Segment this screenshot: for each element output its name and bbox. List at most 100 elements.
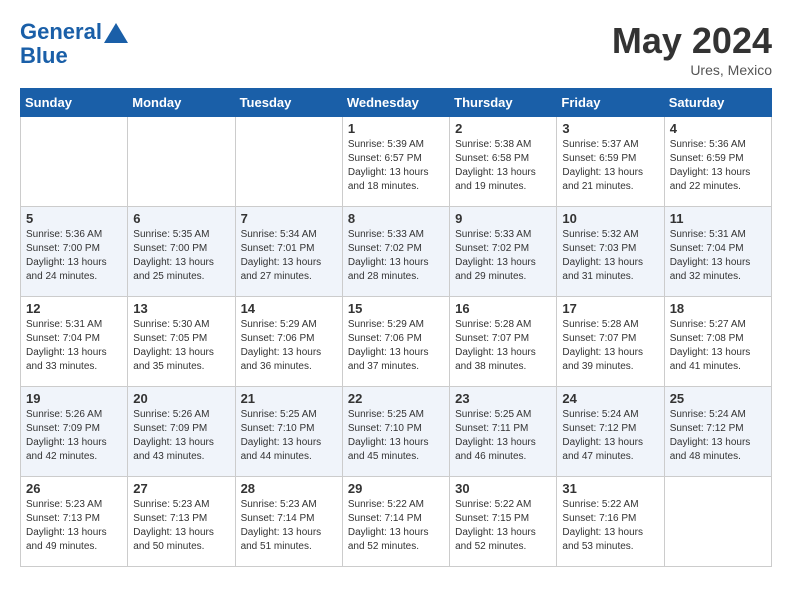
calendar-cell: 28Sunrise: 5:23 AM Sunset: 7:14 PM Dayli…	[235, 477, 342, 567]
calendar-cell: 22Sunrise: 5:25 AM Sunset: 7:10 PM Dayli…	[342, 387, 449, 477]
calendar-cell: 23 Sunrise: 5:25 AM Sunset: 7:11 PM Dayli…	[450, 387, 557, 477]
day-info: Sunrise: 5:34 AM Sunset: 7:01 PM Dayligh…	[241, 228, 337, 284]
day-info: Sunrise: 5:28 AM Sunset: 7:07 PM Dayligh…	[562, 318, 658, 374]
calendar-cell: 1Sunrise: 5:39 AM Sunset: 6:57 PM Daylig…	[342, 117, 449, 207]
calendar-cell: 6 Sunrise: 5:35 AM Sunset: 7:00 PM Daylig…	[128, 207, 235, 297]
day-number: 10	[562, 211, 658, 226]
calendar-cell	[21, 117, 128, 207]
day-number: 20	[133, 391, 229, 406]
calendar-cell: 17 Sunrise: 5:28 AM Sunset: 7:07 PM Dayli…	[557, 297, 664, 387]
day-number: 30	[455, 481, 551, 496]
day-number: 4	[670, 121, 766, 136]
calendar-cell: 10 Sunrise: 5:32 AM Sunset: 7:03 PM Dayli…	[557, 207, 664, 297]
day-number: 17	[562, 301, 658, 316]
calendar-header-row: SundayMondayTuesdayWednesdayThursdayFrid…	[21, 89, 772, 117]
day-info: Sunrise: 5:22 AM Sunset: 7:14 PM Dayligh…	[348, 498, 444, 554]
calendar-cell: 19Sunrise: 5:26 AM Sunset: 7:09 PM Dayli…	[21, 387, 128, 477]
calendar-cell: 8Sunrise: 5:33 AM Sunset: 7:02 PM Daylig…	[342, 207, 449, 297]
day-info: Sunrise: 5:23 AM Sunset: 7:13 PM Dayligh…	[26, 498, 122, 554]
calendar-cell: 9Sunrise: 5:33 AM Sunset: 7:02 PM Daylig…	[450, 207, 557, 297]
day-number: 31	[562, 481, 658, 496]
day-header-thursday: Thursday	[450, 89, 557, 117]
day-number: 24	[562, 391, 658, 406]
day-info: Sunrise: 5:22 AM Sunset: 7:15 PM Dayligh…	[455, 498, 551, 554]
calendar-cell: 14 Sunrise: 5:29 AM Sunset: 7:06 PM Dayli…	[235, 297, 342, 387]
calendar-cell	[235, 117, 342, 207]
day-number: 14	[241, 301, 337, 316]
day-number: 23	[455, 391, 551, 406]
day-info: Sunrise: 5:26 AM Sunset: 7:09 PM Dayligh…	[133, 408, 229, 464]
day-header-saturday: Saturday	[664, 89, 771, 117]
day-number: 2	[455, 121, 551, 136]
calendar-cell: 21 Sunrise: 5:25 AM Sunset: 7:10 PM Dayli…	[235, 387, 342, 477]
day-header-friday: Friday	[557, 89, 664, 117]
day-info: Sunrise: 5:25 AM Sunset: 7:10 PM Dayligh…	[348, 408, 444, 464]
day-info: Sunrise: 5:26 AM Sunset: 7:09 PM Dayligh…	[26, 408, 122, 464]
day-number: 7	[241, 211, 337, 226]
calendar-cell: 16 Sunrise: 5:28 AM Sunset: 7:07 PM Dayli…	[450, 297, 557, 387]
day-info: Sunrise: 5:31 AM Sunset: 7:04 PM Dayligh…	[670, 228, 766, 284]
day-header-sunday: Sunday	[21, 89, 128, 117]
calendar-cell: 11 Sunrise: 5:31 AM Sunset: 7:04 PM Dayli…	[664, 207, 771, 297]
day-info: Sunrise: 5:24 AM Sunset: 7:12 PM Dayligh…	[562, 408, 658, 464]
calendar-cell: 2 Sunrise: 5:38 AM Sunset: 6:58 PM Daylig…	[450, 117, 557, 207]
calendar-cell: 25 Sunrise: 5:24 AM Sunset: 7:12 PM Dayli…	[664, 387, 771, 477]
calendar-cell	[128, 117, 235, 207]
day-number: 29	[348, 481, 444, 496]
logo: General Blue	[20, 20, 128, 68]
day-info: Sunrise: 5:28 AM Sunset: 7:07 PM Dayligh…	[455, 318, 551, 374]
day-number: 18	[670, 301, 766, 316]
day-info: Sunrise: 5:32 AM Sunset: 7:03 PM Dayligh…	[562, 228, 658, 284]
day-info: Sunrise: 5:25 AM Sunset: 7:11 PM Dayligh…	[455, 408, 551, 464]
day-number: 1	[348, 121, 444, 136]
location-subtitle: Ures, Mexico	[612, 62, 772, 78]
calendar-cell: 27 Sunrise: 5:23 AM Sunset: 7:13 PM Dayli…	[128, 477, 235, 567]
calendar-cell: 26 Sunrise: 5:23 AM Sunset: 7:13 PM Dayli…	[21, 477, 128, 567]
day-info: Sunrise: 5:31 AM Sunset: 7:04 PM Dayligh…	[26, 318, 122, 374]
day-number: 25	[670, 391, 766, 406]
day-header-wednesday: Wednesday	[342, 89, 449, 117]
day-info: Sunrise: 5:33 AM Sunset: 7:02 PM Dayligh…	[455, 228, 551, 284]
logo-text: General Blue	[20, 20, 128, 68]
calendar-week-0: 1Sunrise: 5:39 AM Sunset: 6:57 PM Daylig…	[21, 117, 772, 207]
calendar-week-2: 12 Sunrise: 5:31 AM Sunset: 7:04 PM Dayli…	[21, 297, 772, 387]
day-number: 5	[26, 211, 122, 226]
day-number: 26	[26, 481, 122, 496]
title-block: May 2024 Ures, Mexico	[612, 20, 772, 78]
day-info: Sunrise: 5:24 AM Sunset: 7:12 PM Dayligh…	[670, 408, 766, 464]
calendar-cell: 7 Sunrise: 5:34 AM Sunset: 7:01 PM Daylig…	[235, 207, 342, 297]
calendar-cell: 24 Sunrise: 5:24 AM Sunset: 7:12 PM Dayli…	[557, 387, 664, 477]
calendar-cell: 13 Sunrise: 5:30 AM Sunset: 7:05 PM Dayli…	[128, 297, 235, 387]
calendar-cell: 3 Sunrise: 5:37 AM Sunset: 6:59 PM Daylig…	[557, 117, 664, 207]
day-number: 16	[455, 301, 551, 316]
calendar-cell	[664, 477, 771, 567]
day-number: 6	[133, 211, 229, 226]
calendar-cell: 5Sunrise: 5:36 AM Sunset: 7:00 PM Daylig…	[21, 207, 128, 297]
calendar-cell: 12 Sunrise: 5:31 AM Sunset: 7:04 PM Dayli…	[21, 297, 128, 387]
calendar-cell: 15Sunrise: 5:29 AM Sunset: 7:06 PM Dayli…	[342, 297, 449, 387]
day-info: Sunrise: 5:38 AM Sunset: 6:58 PM Dayligh…	[455, 138, 551, 194]
day-number: 3	[562, 121, 658, 136]
day-number: 28	[241, 481, 337, 496]
calendar-cell: 4 Sunrise: 5:36 AM Sunset: 6:59 PM Daylig…	[664, 117, 771, 207]
day-info: Sunrise: 5:37 AM Sunset: 6:59 PM Dayligh…	[562, 138, 658, 194]
day-info: Sunrise: 5:23 AM Sunset: 7:13 PM Dayligh…	[133, 498, 229, 554]
day-info: Sunrise: 5:25 AM Sunset: 7:10 PM Dayligh…	[241, 408, 337, 464]
day-info: Sunrise: 5:27 AM Sunset: 7:08 PM Dayligh…	[670, 318, 766, 374]
calendar-table: SundayMondayTuesdayWednesdayThursdayFrid…	[20, 88, 772, 567]
day-number: 11	[670, 211, 766, 226]
calendar-cell: 20 Sunrise: 5:26 AM Sunset: 7:09 PM Dayli…	[128, 387, 235, 477]
day-info: Sunrise: 5:36 AM Sunset: 6:59 PM Dayligh…	[670, 138, 766, 194]
calendar-cell: 30 Sunrise: 5:22 AM Sunset: 7:15 PM Dayli…	[450, 477, 557, 567]
day-number: 21	[241, 391, 337, 406]
day-info: Sunrise: 5:29 AM Sunset: 7:06 PM Dayligh…	[241, 318, 337, 374]
day-number: 13	[133, 301, 229, 316]
month-title: May 2024	[612, 20, 772, 62]
day-info: Sunrise: 5:35 AM Sunset: 7:00 PM Dayligh…	[133, 228, 229, 284]
day-number: 15	[348, 301, 444, 316]
day-number: 12	[26, 301, 122, 316]
day-info: Sunrise: 5:33 AM Sunset: 7:02 PM Dayligh…	[348, 228, 444, 284]
calendar-cell: 18 Sunrise: 5:27 AM Sunset: 7:08 PM Dayli…	[664, 297, 771, 387]
day-number: 27	[133, 481, 229, 496]
day-info: Sunrise: 5:30 AM Sunset: 7:05 PM Dayligh…	[133, 318, 229, 374]
